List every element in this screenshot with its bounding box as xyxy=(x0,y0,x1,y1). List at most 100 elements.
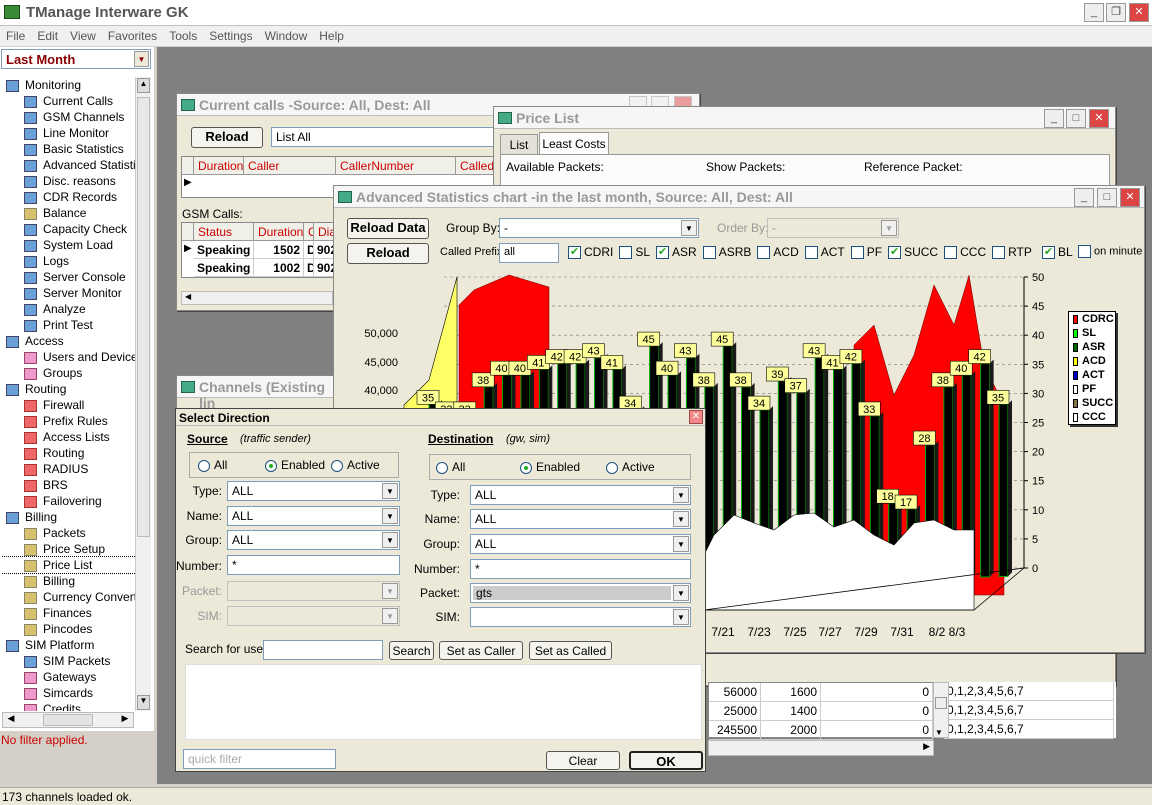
user-results-list[interactable] xyxy=(185,664,702,740)
src-type-select[interactable]: ALL ▼ xyxy=(227,481,400,501)
price-cell[interactable]: 2000 xyxy=(761,721,821,740)
price-cell[interactable]: 1600 xyxy=(761,683,821,702)
sidebar-item-logs[interactable]: Logs xyxy=(2,253,136,269)
gsm-cell[interactable]: Speaking xyxy=(194,259,254,277)
calls-hscrollbar[interactable]: ◀ xyxy=(181,291,333,305)
sidebar-item-failovering[interactable]: Failovering xyxy=(2,493,136,509)
sidebar-item-capacity-check[interactable]: Capacity Check xyxy=(2,221,136,237)
period-select[interactable]: Last Month ▼ xyxy=(1,49,151,69)
sidebar-item-billing[interactable]: Billing xyxy=(2,509,136,525)
dst-number-input[interactable]: * xyxy=(470,559,691,579)
chevron-down-icon[interactable]: ▼ xyxy=(673,536,689,552)
sidebar-item-finances[interactable]: Finances xyxy=(2,605,136,621)
col-c[interactable]: C xyxy=(304,223,314,241)
maximize-icon[interactable]: □ xyxy=(1066,109,1086,128)
scroll-left-icon[interactable]: ◀ xyxy=(4,713,18,727)
chevron-down-icon[interactable]: ▼ xyxy=(382,483,398,499)
series-checkbox-asrb[interactable]: ASRB xyxy=(702,245,751,260)
dst-type-select[interactable]: ALL ▼ xyxy=(470,485,691,505)
check-box[interactable] xyxy=(944,246,958,260)
sidebar-item-routing[interactable]: Routing xyxy=(2,445,136,461)
radio-circle[interactable] xyxy=(520,461,532,474)
price-cell[interactable]: 245500 xyxy=(709,721,761,740)
restore-icon[interactable]: ❐ xyxy=(1106,3,1126,22)
minimize-icon[interactable]: _ xyxy=(1084,3,1104,22)
tab-list[interactable]: List xyxy=(500,134,538,154)
sidebar-item-billing[interactable]: Billing xyxy=(2,573,136,589)
series-checkbox-cdri[interactable]: ✔ CDRI xyxy=(568,245,613,260)
sidebar-item-packets[interactable]: Packets xyxy=(2,525,136,541)
series-checkbox-acd[interactable]: ACD xyxy=(757,245,799,260)
radio-circle[interactable] xyxy=(265,459,277,472)
bl-checkbox[interactable]: ✔ BL xyxy=(1042,245,1073,260)
check-box[interactable] xyxy=(619,246,633,260)
tree-scrollbar[interactable]: ▲ ▼ xyxy=(135,77,151,711)
sidebar-item-currency-converte[interactable]: Currency Converte xyxy=(2,589,136,605)
sidebar-item-server-console[interactable]: Server Console xyxy=(2,269,136,285)
sidebar-item-price-list[interactable]: Price List xyxy=(2,556,136,574)
sidebar-item-simcards[interactable]: Simcards xyxy=(2,685,136,701)
series-checkbox-pf[interactable]: PF xyxy=(850,245,882,260)
check-box[interactable]: ✔ xyxy=(888,246,902,260)
sidebar-item-current-calls[interactable]: Current Calls xyxy=(2,93,136,109)
gsm-cell[interactable]: D xyxy=(304,259,314,277)
menu-tools[interactable]: Tools xyxy=(163,26,203,46)
clear-button[interactable]: Clear xyxy=(546,751,620,770)
price-cell[interactable]: 0,1,2,3,4,5,6,7 xyxy=(944,682,1114,701)
price-cell[interactable]: 0 xyxy=(821,702,933,721)
list-select[interactable]: List All xyxy=(271,127,497,147)
sidebar-item-advanced-statistic[interactable]: Advanced Statistic xyxy=(2,157,136,173)
radio-circle[interactable] xyxy=(331,459,343,472)
check-box[interactable]: ✔ xyxy=(568,246,581,260)
sidebar-item-server-monitor[interactable]: Server Monitor xyxy=(2,285,136,301)
sidebar-item-radius[interactable]: RADIUS xyxy=(2,461,136,477)
ok-button[interactable]: OK xyxy=(629,751,703,770)
src-number-input[interactable]: * xyxy=(227,555,400,575)
source-radio-active[interactable]: Active xyxy=(331,458,380,472)
price-cell[interactable]: 0 xyxy=(821,683,933,702)
sidebar-item-disc-reasons[interactable]: Disc. reasons xyxy=(2,173,136,189)
dest-radio-enabled[interactable]: Enabled xyxy=(520,460,580,474)
check-box[interactable] xyxy=(757,246,771,260)
check-box[interactable] xyxy=(850,246,864,260)
radio-circle[interactable] xyxy=(198,459,210,472)
radio-circle[interactable] xyxy=(606,461,618,474)
gsm-cell[interactable]: 1002 xyxy=(254,259,304,277)
sidebar-item-basic-statistics[interactable]: Basic Statistics xyxy=(2,141,136,157)
menu-view[interactable]: View xyxy=(64,26,102,46)
sidebar-item-firewall[interactable]: Firewall xyxy=(2,397,136,413)
reload-button[interactable]: Reload xyxy=(191,127,263,148)
sidebar-item-routing[interactable]: Routing xyxy=(2,381,136,397)
scroll-down-icon[interactable]: ▼ xyxy=(137,695,150,710)
set-as-called-button[interactable]: Set as Called xyxy=(529,641,612,660)
sidebar-item-gateways[interactable]: Gateways xyxy=(2,669,136,685)
search-button[interactable]: Search xyxy=(389,641,434,660)
chevron-down-icon[interactable]: ▼ xyxy=(673,609,689,625)
reload-chart-button[interactable]: Reload Chart xyxy=(347,243,429,278)
dst-group-select[interactable]: ALL ▼ xyxy=(470,534,691,554)
price-hscrollbar[interactable]: ▶ xyxy=(708,740,934,756)
series-checkbox-sl[interactable]: SL xyxy=(619,245,650,260)
menu-window[interactable]: Window xyxy=(259,26,314,46)
radio-circle[interactable] xyxy=(436,461,448,474)
on-minute-checkbox[interactable]: on minute xyxy=(1078,245,1142,258)
sidebar-item-price-setup[interactable]: Price Setup xyxy=(2,541,136,557)
close-icon[interactable]: ✕ xyxy=(1129,3,1149,22)
sidebar-item-analyze[interactable]: Analyze xyxy=(2,301,136,317)
check-box[interactable] xyxy=(804,246,818,260)
menu-file[interactable]: File xyxy=(0,26,31,46)
scroll-right-icon[interactable]: ▶ xyxy=(118,713,132,727)
check-box[interactable]: ✔ xyxy=(656,246,670,260)
series-checkbox-succ[interactable]: ✔ SUCC xyxy=(888,245,938,260)
reload-data-button[interactable]: Reload Data xyxy=(347,218,429,239)
chevron-down-icon[interactable]: ▼ xyxy=(382,583,398,599)
col-status[interactable]: Status xyxy=(194,223,254,241)
on-minute-check-box[interactable] xyxy=(1078,245,1091,258)
close-icon[interactable]: ✕ xyxy=(1120,188,1140,207)
sidebar-item-monitoring[interactable]: Monitoring xyxy=(2,77,136,93)
scroll-right-icon[interactable]: ▶ xyxy=(923,741,930,752)
check-box[interactable] xyxy=(992,246,1006,260)
dest-radio-active[interactable]: Active xyxy=(606,460,655,474)
close-icon[interactable]: ✕ xyxy=(1089,109,1109,128)
series-checkbox-rtp[interactable]: RTP xyxy=(992,245,1032,260)
